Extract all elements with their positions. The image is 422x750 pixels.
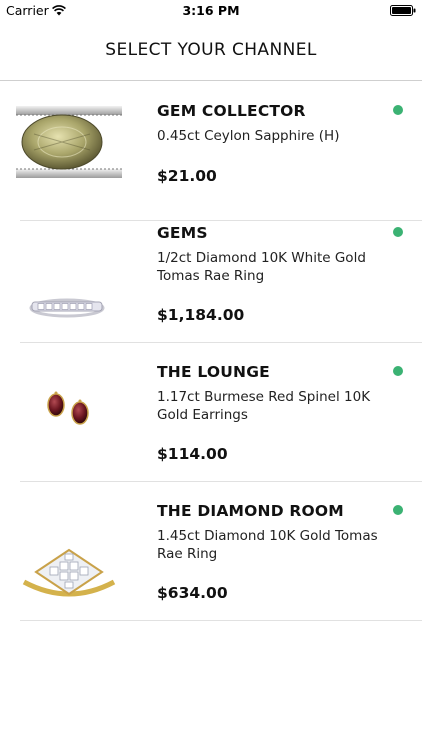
product-price: $634.00 bbox=[157, 584, 228, 602]
diamond-cluster-ring-icon bbox=[16, 510, 122, 614]
channel-row-the-diamond-room[interactable]: THE DIAMOND ROOM 1.45ct Diamond 10K Gold… bbox=[0, 482, 422, 621]
status-time: 3:16 PM bbox=[182, 3, 240, 18]
channel-name: THE DIAMOND ROOM bbox=[157, 502, 344, 520]
channel-name: GEMS bbox=[157, 224, 208, 242]
page-title: SELECT YOUR CHANNEL bbox=[105, 40, 317, 60]
product-title: 1/2ct Diamond 10K White Gold Tomas Rae R… bbox=[157, 250, 366, 284]
channel-row-gems[interactable]: GEMS 1/2ct Diamond 10K White Gold Tomas … bbox=[0, 204, 422, 343]
product-price: $21.00 bbox=[157, 167, 217, 185]
channel-row-gem-collector[interactable]: GEM COLLECTOR 0.45ct Ceylon Sapphire (H)… bbox=[0, 82, 422, 221]
sapphire-in-tweezers-icon bbox=[16, 100, 122, 184]
channel-name: GEM COLLECTOR bbox=[157, 102, 306, 120]
live-status-dot bbox=[393, 366, 403, 376]
product-title: 1.17ct Burmese Red Spinel 10K Gold Earri… bbox=[157, 389, 371, 423]
product-title: 1.45ct Diamond 10K Gold Tomas Rae Ring bbox=[157, 528, 378, 562]
live-status-dot bbox=[393, 105, 403, 115]
nav-divider bbox=[0, 80, 422, 81]
channel-row-the-lounge[interactable]: THE LOUNGE 1.17ct Burmese Red Spinel 10K… bbox=[0, 343, 422, 482]
product-title: 0.45ct Ceylon Sapphire (H) bbox=[157, 128, 340, 144]
status-bar: Carrier 3:16 PM bbox=[0, 0, 422, 22]
battery-icon bbox=[390, 5, 416, 16]
diamond-band-ring-icon bbox=[16, 232, 122, 332]
red-spinel-earrings-icon bbox=[16, 373, 122, 473]
product-price: $1,184.00 bbox=[157, 306, 245, 324]
row-divider bbox=[20, 620, 422, 621]
channel-name: THE LOUNGE bbox=[157, 363, 270, 381]
live-status-dot bbox=[393, 227, 403, 237]
product-price: $114.00 bbox=[157, 445, 228, 463]
live-status-dot bbox=[393, 505, 403, 515]
